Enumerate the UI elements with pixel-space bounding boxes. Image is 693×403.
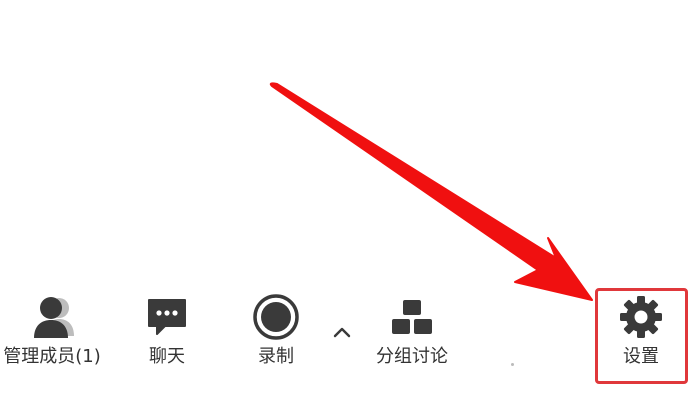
separator-dot (511, 363, 514, 366)
chat-label: 聊天 (149, 346, 185, 367)
chevron-up-icon (333, 327, 351, 338)
record-button[interactable]: 录制 (240, 292, 312, 374)
settings-button[interactable]: 设置 (604, 292, 678, 374)
gear-icon (618, 292, 664, 342)
record-label: 录制 (258, 346, 294, 367)
breakout-rooms-icon (389, 292, 435, 342)
settings-label: 设置 (623, 346, 659, 367)
record-icon (252, 292, 300, 342)
breakout-rooms-button[interactable]: 分组讨论 (364, 292, 460, 374)
meeting-screen: 管理成员(1) 聊天 录制 分组讨论 设置 (0, 0, 693, 403)
record-options-toggle[interactable] (330, 322, 354, 342)
breakout-rooms-label: 分组讨论 (376, 346, 448, 367)
chat-icon (145, 292, 189, 342)
chat-button[interactable]: 聊天 (132, 292, 202, 374)
members-label: 管理成员(1) (3, 346, 101, 367)
members-icon (26, 292, 78, 342)
members-button[interactable]: 管理成员(1) (0, 292, 110, 374)
